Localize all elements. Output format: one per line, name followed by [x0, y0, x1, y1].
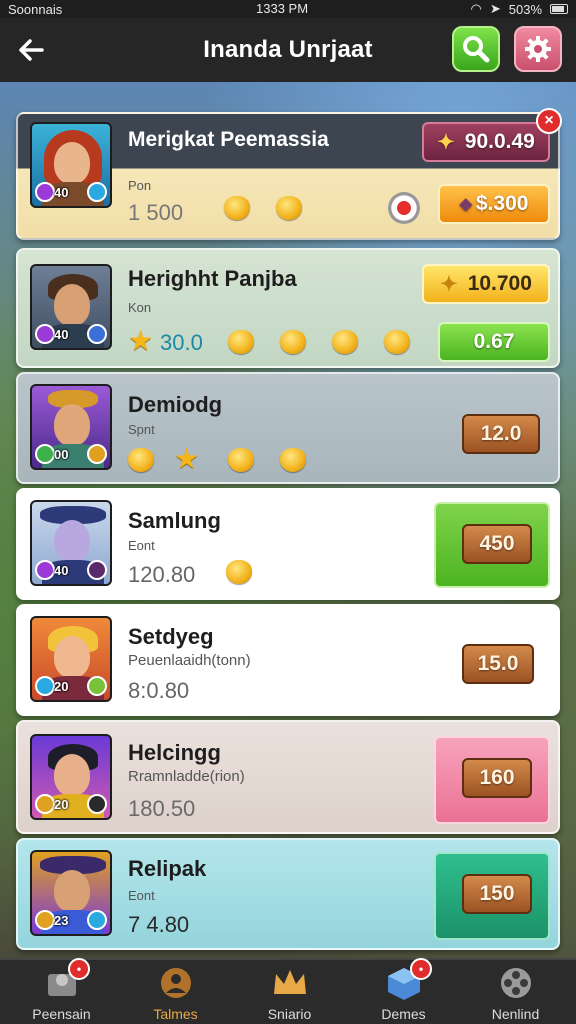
player-subtitle: Spnt [128, 422, 155, 437]
settings-button[interactable] [514, 26, 562, 72]
location-icon: ➤ [489, 1, 501, 16]
list-item[interactable]: 40 Samlung Eont 120.80 450 [16, 488, 560, 600]
list-item[interactable]: 40 Herighht Panjba Kon ★ 30.0 ✦ 10.700 0… [16, 248, 560, 368]
nav-item-nenlind[interactable]: Nenlind [458, 960, 573, 1024]
coin-icon [384, 330, 410, 354]
gem-icon: ◆ [459, 196, 472, 213]
nav-item-sniario[interactable]: Sniario [232, 960, 347, 1024]
coin-icon [280, 330, 306, 354]
level-label: 00 [54, 447, 69, 462]
notification-badge: • [68, 958, 90, 980]
coin-icon [128, 448, 154, 472]
coin-icon [276, 196, 302, 220]
coin-icon [228, 330, 254, 354]
star-icon: ★ [174, 443, 200, 474]
gear-icon [525, 36, 551, 62]
nav-label: Talmes [153, 1006, 198, 1022]
avatar: 20 [30, 734, 112, 820]
player-stat: 8:0.80 [128, 678, 190, 703]
profile-icon [161, 968, 191, 998]
list-item[interactable]: 20 Helcingg Rramnladde(rion) 180.50 160 [16, 720, 560, 834]
price-button[interactable]: ✦ 90.0.49 [422, 122, 550, 162]
player-stat: 180.50 [128, 796, 196, 821]
film-reel-icon [501, 968, 531, 998]
price-button[interactable]: 450 [462, 524, 532, 564]
coin-icon [280, 448, 306, 472]
buy-button[interactable]: ◆ $.300 [438, 184, 550, 224]
nav-label: Demes [381, 1006, 426, 1022]
close-badge[interactable]: × [536, 108, 562, 134]
list-item[interactable]: 20 Setdyeg Peuenlaaidh(tonn) 8:0.80 15.0 [16, 604, 560, 716]
search-icon [463, 36, 490, 63]
player-stat: 7 4.80 [128, 912, 190, 937]
wifi-icon: ◠ [470, 1, 482, 16]
player-subtitle: Eont [128, 888, 155, 903]
coin-icon [226, 560, 252, 584]
player-name: Merigkat Peemassia [128, 128, 329, 151]
player-stat: 30.0 [160, 330, 203, 355]
coin-icon [332, 330, 358, 354]
price-button[interactable]: 160 [462, 758, 532, 798]
avatar: 00 [30, 384, 112, 470]
list-item[interactable]: 40 Merigkat Peemassia Pon 1 500 ✦ 90.0.4… [16, 108, 562, 240]
list-item[interactable]: 00 Demiodg Spnt ★ 12.0 [16, 372, 560, 484]
avatar: 23 [30, 850, 112, 936]
target-icon [388, 192, 420, 224]
avatar: 40 [30, 122, 112, 208]
avatar: 20 [30, 616, 112, 702]
player-name: Helcingg [128, 740, 221, 765]
level-label: 20 [54, 679, 69, 694]
nav-label: Sniario [267, 1006, 312, 1022]
sparkle-icon: ✦ [437, 130, 455, 154]
nav-item-peensain[interactable]: • Peensain [4, 958, 119, 1024]
level-label: 23 [54, 913, 69, 928]
avatar: 40 [30, 264, 112, 350]
nav-label: Nenlind [491, 1006, 540, 1022]
coin-icon [228, 448, 254, 472]
player-name: Demiodg [128, 392, 223, 417]
level-label: 20 [54, 797, 69, 812]
list-item[interactable]: 23 Relipak Eont 7 4.80 150 [16, 838, 560, 950]
player-name: Setdyeg [128, 624, 214, 649]
battery-percent: 503% [508, 1, 542, 17]
nav-label: Peensain [32, 1006, 91, 1022]
player-name: Herighht Panjba [128, 266, 297, 291]
player-subtitle: Kon [128, 300, 152, 315]
buy-button[interactable]: 0.67 [438, 322, 550, 362]
coin-icon [224, 196, 250, 220]
battery-icon [550, 4, 568, 14]
player-name: Samlung [128, 508, 221, 533]
nav-item-talmes[interactable]: Talmes [118, 960, 233, 1024]
sparkle-icon: ✦ [440, 272, 458, 296]
search-button[interactable] [452, 26, 500, 72]
player-subtitle: Eont [128, 538, 155, 553]
clock: 1333 PM [256, 1, 309, 16]
star-icon: ★ [128, 325, 154, 356]
price-button[interactable]: 12.0 [462, 414, 540, 454]
carrier-label: Soonnais [8, 1, 63, 17]
status-icons: ◠ ➤ 503% [470, 1, 568, 17]
crown-icon [274, 970, 306, 994]
nav-item-demes[interactable]: • Demes [346, 958, 461, 1024]
level-label: 40 [54, 327, 69, 342]
app-header: Inanda Unrjaat [0, 18, 576, 82]
player-stat: 1 500 [128, 200, 184, 225]
player-name: Relipak [128, 856, 207, 881]
price-button[interactable]: 15.0 [462, 644, 534, 684]
level-label: 40 [54, 563, 69, 578]
price-button[interactable]: 150 [462, 874, 532, 914]
bottom-nav: • Peensain Talmes Sniario • Demes Nenlin… [0, 958, 576, 1024]
notification-badge: • [410, 958, 432, 980]
player-subtitle: Rramnladde(rion) [128, 768, 245, 785]
price-button[interactable]: ✦ 10.700 [422, 264, 550, 304]
player-subtitle: Pon [128, 178, 152, 193]
status-bar: Soonnais 1333 PM ◠ ➤ 503% [0, 0, 576, 18]
player-stat: 120.80 [128, 562, 196, 587]
level-label: 40 [54, 185, 69, 200]
player-subtitle: Peuenlaaidh(tonn) [128, 652, 251, 669]
avatar: 40 [30, 500, 112, 586]
